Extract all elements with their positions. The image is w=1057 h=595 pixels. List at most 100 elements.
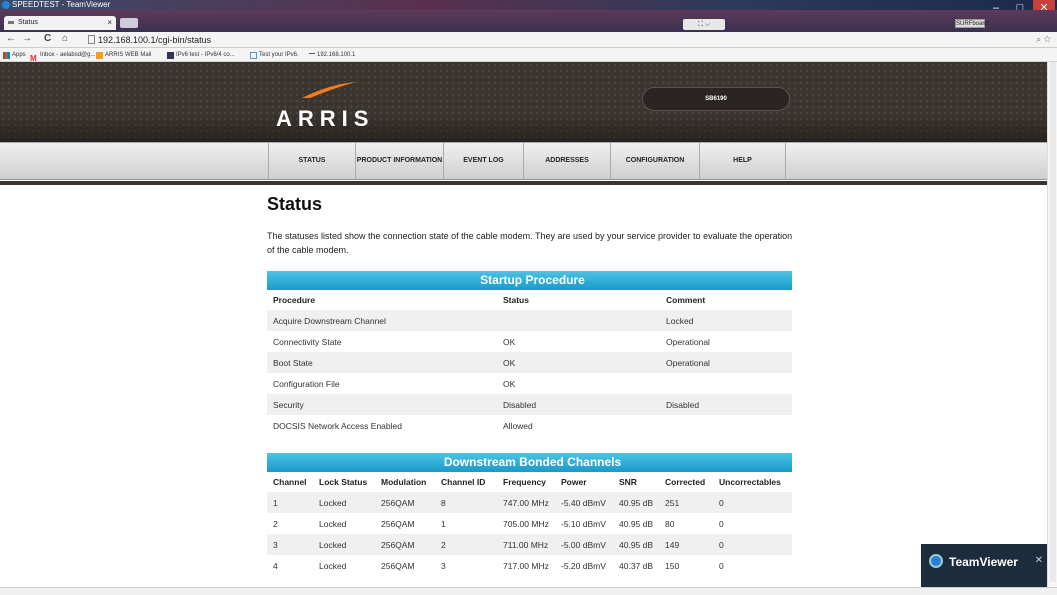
horizontal-scrollbar[interactable] <box>0 587 1057 595</box>
main-content: Status The statuses listed show the conn… <box>267 194 793 576</box>
teamviewer-widget[interactable]: TeamViewer ✕ <box>921 544 1047 587</box>
table-row: Acquire Downstream Channel Locked <box>267 310 792 331</box>
page-icon <box>309 53 315 57</box>
forward-icon[interactable]: → <box>22 33 32 44</box>
table-cell: 2 <box>435 534 497 555</box>
bookmark-label: 192.168.100.1 <box>317 52 356 58</box>
table-cell: Locked <box>319 560 347 571</box>
nav-status[interactable]: STATUS <box>269 143 356 180</box>
surfboard-button[interactable]: SURFboard <box>955 19 988 28</box>
table-cell: Operational <box>660 352 792 373</box>
table-cell: 705.00 MHz <box>503 518 549 529</box>
table-cell: Connectivity State <box>273 336 342 347</box>
url-input[interactable]: 192.168.100.1/cgi-bin/status <box>88 34 1028 46</box>
table-cell: 40.95 dB <box>619 518 654 529</box>
new-tab-button[interactable] <box>120 18 138 28</box>
table-cell: 0 <box>719 518 724 529</box>
browser-tab-bar: Status × <box>0 10 1057 32</box>
table-cell: -5.20 dBmV <box>561 560 606 571</box>
table-row: 4 Locked 256QAM 3 717.00 MHz -5.20 dBmV 40.37 … <box>267 555 792 576</box>
tab-title: Status <box>18 19 38 26</box>
gmail-icon: M <box>30 53 37 63</box>
column-header: Lock Status <box>313 472 375 492</box>
table-cell: Locked <box>313 534 375 555</box>
table-cell: 40.95 dB <box>613 534 659 555</box>
table-row: DOCSIS Network Access Enabled Allowed <box>267 415 792 436</box>
nav-product-information[interactable]: PRODUCT INFORMATION <box>356 143 444 180</box>
column-header: Status <box>497 290 660 310</box>
arris-swoosh-icon <box>302 82 356 98</box>
table-cell: OK <box>503 378 516 389</box>
bookmark-router[interactable]: 192.168.100.1 <box>309 48 355 62</box>
table-row: Boot State OK Operational <box>267 352 792 373</box>
table-cell: 150 <box>665 560 680 571</box>
page-icon <box>88 35 95 44</box>
reload-icon[interactable]: C <box>44 33 51 44</box>
table-cell: 4 <box>273 560 278 571</box>
column-header: SNR <box>613 472 659 492</box>
table-cell: -5.10 dBmV <box>561 518 606 529</box>
nav-event-log[interactable]: EVENT LOG <box>444 143 524 180</box>
teamviewer-label: TeamViewer <box>949 555 1018 569</box>
page-title: Status <box>267 194 323 214</box>
extension-button[interactable]: ⛶ ⌵ <box>683 19 725 30</box>
table-cell: Configuration File <box>273 378 340 389</box>
nav-configuration[interactable]: CONFIGURATION <box>611 143 700 180</box>
table-cell: 8 <box>435 492 497 513</box>
table-cell: 256QAM <box>381 560 415 571</box>
column-header: Frequency <box>497 472 555 492</box>
column-header: Comment <box>660 290 792 310</box>
table-cell: Locked <box>313 492 375 513</box>
table-cell: 1 <box>441 518 446 529</box>
table-cell: Disabled <box>660 394 792 415</box>
table-cell: 80 <box>665 518 675 529</box>
table-cell: Locked <box>319 518 347 529</box>
bookmark-ipv6-test[interactable]: IPv6 test - IPv6/4 co... <box>167 48 235 62</box>
window-titlebar: SPEEDTEST - TeamViewer <box>0 0 1057 10</box>
table-cell: 149 <box>659 534 713 555</box>
web-page: ARRIS SB6190 STATUS PRODUCT INFORMATION … <box>0 62 1047 587</box>
table-cell: 256QAM <box>375 534 435 555</box>
bookmark-label: Apps <box>12 52 26 58</box>
scroll-thumb[interactable] <box>1050 62 1056 582</box>
table-row: 1 Locked 256QAM 8 747.00 MHz -5.40 dBmV 40.95 … <box>267 492 792 513</box>
bookmarks-bar: Apps M Inbox - aelabsd@g... ARRIS WEB Mai… <box>0 48 1057 63</box>
table-cell: 2 <box>273 518 278 529</box>
bookmark-arris-mail[interactable]: ARRIS WEB Mail <box>96 48 151 62</box>
table-cell: Disabled <box>497 394 660 415</box>
column-header: Uncorrectables <box>713 472 792 492</box>
table-cell: 711.00 MHz <box>497 534 555 555</box>
nav-help[interactable]: HELP <box>700 143 786 180</box>
header-strip <box>0 181 1047 185</box>
vertical-scrollbar[interactable] <box>1047 62 1057 587</box>
nav-addresses[interactable]: ADDRESSES <box>524 143 611 180</box>
bookmark-test-ipv6[interactable]: Test your IPv6. <box>250 48 299 62</box>
apps-icon <box>3 51 10 59</box>
table-cell: OK <box>503 336 516 347</box>
table-row: Connectivity State OK Operational <box>267 331 792 352</box>
table-cell: 256QAM <box>375 492 435 513</box>
tab-close-icon[interactable]: × <box>107 16 112 30</box>
bookmark-inbox[interactable]: M Inbox - aelabsd@g... <box>30 48 96 63</box>
zoom-star-icons[interactable]: ⌕ ☆ <box>1036 34 1051 45</box>
browser-tab[interactable]: Status × <box>4 16 116 30</box>
bookmark-label: Inbox - aelabsd@g... <box>40 52 96 58</box>
page-intro: The statuses listed show the connection … <box>267 231 793 255</box>
column-header: Modulation <box>375 472 435 492</box>
home-icon[interactable]: ⌂ <box>62 33 68 44</box>
table-cell: 40.95 dB <box>613 492 659 513</box>
table-cell: 3 <box>267 534 313 555</box>
address-bar: ← → C ⌂ 192.168.100.1/cgi-bin/status ⌕ ☆ <box>0 32 1057 48</box>
table-cell: 717.00 MHz <box>503 560 549 571</box>
table-cell: Allowed <box>503 420 533 431</box>
back-icon[interactable]: ← <box>6 33 16 44</box>
close-icon[interactable]: ✕ <box>1035 555 1043 566</box>
column-header: Channel ID <box>435 472 497 492</box>
table-cell: Locked <box>660 310 792 331</box>
table-row: 3 Locked 256QAM 2 711.00 MHz -5.00 dBmV 40.95 … <box>267 534 792 555</box>
table-cell: 3 <box>441 560 446 571</box>
teamviewer-icon <box>2 1 10 9</box>
bookmark-apps[interactable]: Apps <box>3 48 26 62</box>
table-row: Security Disabled Disabled <box>267 394 792 415</box>
tab-favicon-icon <box>8 21 14 24</box>
